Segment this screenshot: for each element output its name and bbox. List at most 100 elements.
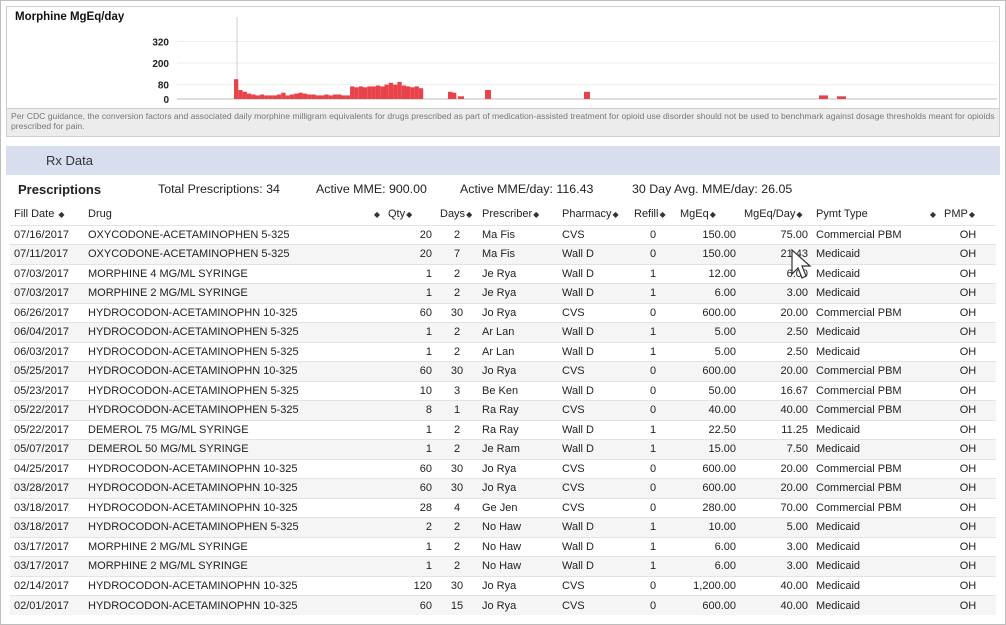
table-row[interactable]: 06/26/2017 HYDROCODON-ACETAMINOPHN 10-325… [10, 303, 996, 323]
chart-bar[interactable] [320, 95, 325, 99]
chart-bar[interactable] [255, 95, 260, 99]
table-row[interactable]: 03/17/2017 MORPHINE 2 MG/ML SYRINGE 1 2 No H… [10, 537, 996, 557]
table-row[interactable]: 07/03/2017 MORPHINE 2 MG/ML SYRINGE 1 2 Je R… [10, 283, 996, 303]
table-row[interactable]: 03/17/2017 MORPHINE 2 MG/ML SYRINGE 1 2 No H… [10, 556, 996, 576]
column-header-mgeq[interactable]: MgEq◆ [676, 204, 740, 225]
chart-bar[interactable] [418, 88, 424, 99]
column-header-prescriber[interactable]: Prescriber◆ [478, 204, 558, 225]
chart-bar[interactable] [332, 94, 338, 100]
table-row[interactable]: 05/25/2017 HYDROCODON-ACETAMINOPHN 10-325… [10, 361, 996, 381]
chart-bar[interactable] [837, 96, 846, 99]
table-row[interactable]: 07/03/2017 MORPHINE 4 MG/ML SYRINGE 1 2 Je R… [10, 264, 996, 284]
chart-bar[interactable] [294, 93, 299, 99]
chart-bar[interactable] [289, 94, 295, 100]
chart-bar[interactable] [242, 91, 247, 99]
chart-bar[interactable] [375, 85, 381, 100]
chart-bar[interactable] [406, 86, 411, 99]
sort-icon[interactable]: ◆ [613, 210, 619, 219]
chart-bar[interactable] [367, 86, 372, 99]
chart-bar[interactable] [380, 86, 385, 99]
sort-icon[interactable]: ◆ [466, 210, 472, 219]
chart-bar[interactable] [350, 86, 355, 99]
table-row[interactable]: 07/16/2017 OXYCODONE-ACETAMINOPHEN 5-325 2… [10, 225, 996, 245]
sort-icon[interactable]: ◆ [58, 210, 64, 219]
chart-bar[interactable] [285, 95, 290, 99]
chart-bar[interactable] [485, 90, 491, 99]
column-header-fill-date[interactable]: Fill Date ◆ [10, 204, 84, 225]
chart-bar[interactable] [584, 91, 590, 99]
mgeq-cell: 150.00 [702, 228, 736, 241]
chart-bar[interactable] [448, 91, 453, 99]
sort-icon[interactable]: ◆ [796, 210, 802, 219]
chart-bar[interactable] [363, 87, 368, 99]
table-row[interactable]: 02/14/2017 HYDROCODON-ACETAMINOPHN 10-325… [10, 576, 996, 596]
chart-bar[interactable] [259, 94, 265, 100]
chart-bar[interactable] [393, 84, 398, 99]
column-header-qty[interactable]: Qty◆ [384, 204, 436, 225]
mgeq-day-cell: 20.00 [780, 365, 808, 378]
active-mme: Active MME: 900.00 [316, 182, 427, 196]
chart-bar[interactable] [238, 90, 243, 99]
chart-bar[interactable] [281, 92, 286, 99]
chart-bar[interactable] [358, 86, 363, 99]
chart-bar[interactable] [452, 92, 457, 99]
pymt-type-cell: Commercial PBM [816, 228, 902, 241]
table-row[interactable]: 05/07/2017 DEMEROL 50 MG/ML SYRINGE 1 2 Je R… [10, 439, 996, 459]
sort-icon[interactable]: ◆ [930, 210, 936, 219]
table-row[interactable]: 03/28/2017 HYDROCODON-ACETAMINOPHN 10-325… [10, 478, 996, 498]
chart-bar[interactable] [246, 93, 252, 99]
column-header-drug[interactable]: Drug ◆ [84, 204, 384, 225]
chart-bar[interactable] [458, 96, 464, 99]
chart-bar[interactable] [388, 82, 394, 99]
chart-bar[interactable] [307, 94, 312, 100]
chart-bar[interactable] [311, 94, 316, 100]
table-row[interactable]: 05/22/2017 DEMEROL 75 MG/ML SYRINGE 1 2 Ra R… [10, 420, 996, 440]
column-header-pymt-type[interactable]: Pymt Type ◆ [812, 204, 940, 225]
chart-bar[interactable] [337, 94, 342, 100]
chart-bar[interactable] [251, 94, 256, 100]
chart-bar[interactable] [414, 86, 419, 99]
column-header-mgeq-day[interactable]: MgEq/Day◆ [740, 204, 812, 225]
chart-bar[interactable] [324, 94, 329, 100]
chart-bar[interactable] [298, 92, 303, 99]
chart-bar[interactable] [341, 95, 346, 99]
sort-icon[interactable]: ◆ [659, 210, 665, 219]
table-row[interactable]: 05/23/2017 HYDROCODON-ACETAMINOPHEN 5-325… [10, 381, 996, 401]
chart-bar[interactable] [371, 86, 376, 99]
chart-bar[interactable] [354, 87, 359, 99]
chart-bar[interactable] [302, 93, 308, 99]
chart-bar[interactable] [272, 95, 277, 99]
chart-bar[interactable] [234, 79, 239, 99]
table-row[interactable]: 07/11/2017 OXYCODONE-ACETAMINOPHEN 5-325 2… [10, 244, 996, 264]
sort-icon[interactable]: ◆ [533, 210, 539, 219]
chart-bar[interactable] [264, 95, 269, 99]
chart-bar[interactable] [401, 85, 406, 100]
chart-bar[interactable] [410, 87, 415, 99]
sort-icon[interactable]: ◆ [406, 210, 412, 219]
qty-cell: 60 [419, 599, 432, 612]
sort-icon[interactable]: ◆ [969, 210, 975, 219]
sort-icon[interactable]: ◆ [374, 210, 380, 219]
prescriptions-table: Fill Date ◆ Drug ◆ Qty◆ Days◆ Prescriber◆… [10, 204, 996, 615]
column-header-days[interactable]: Days◆ [436, 204, 478, 225]
table-row[interactable]: 03/18/2017 HYDROCODON-ACETAMINOPHN 10-325… [10, 498, 996, 518]
chart-bar[interactable] [315, 95, 320, 99]
chart-bar[interactable] [328, 95, 333, 99]
sort-icon[interactable]: ◆ [710, 210, 716, 219]
table-row[interactable]: 04/25/2017 HYDROCODON-ACETAMINOPHN 10-325… [10, 459, 996, 479]
chart-bar[interactable] [268, 95, 273, 99]
table-row[interactable]: 05/22/2017 HYDROCODON-ACETAMINOPHEN 5-325… [10, 400, 996, 420]
table-row[interactable]: 03/18/2017 HYDROCODON-ACETAMINOPHEN 5-325… [10, 517, 996, 537]
rx-data-section-bar[interactable]: Rx Data [6, 146, 1000, 175]
chart-bar[interactable] [384, 84, 389, 99]
chart-bar[interactable] [819, 95, 828, 99]
table-row[interactable]: 06/04/2017 HYDROCODON-ACETAMINOPHEN 5-325… [10, 322, 996, 342]
table-row[interactable]: 06/03/2017 HYDROCODON-ACETAMINOPHEN 5-325… [10, 342, 996, 362]
column-header-refill[interactable]: Refill◆ [630, 204, 676, 225]
column-header-pharmacy[interactable]: Pharmacy◆ [558, 204, 630, 225]
chart-bar[interactable] [345, 95, 351, 99]
column-header-pmp[interactable]: PMP◆ [940, 204, 996, 225]
chart-bar[interactable] [277, 94, 282, 100]
chart-bar[interactable] [397, 81, 402, 99]
table-row[interactable]: 02/01/2017 HYDROCODON-ACETAMINOPHN 10-325… [10, 595, 996, 615]
